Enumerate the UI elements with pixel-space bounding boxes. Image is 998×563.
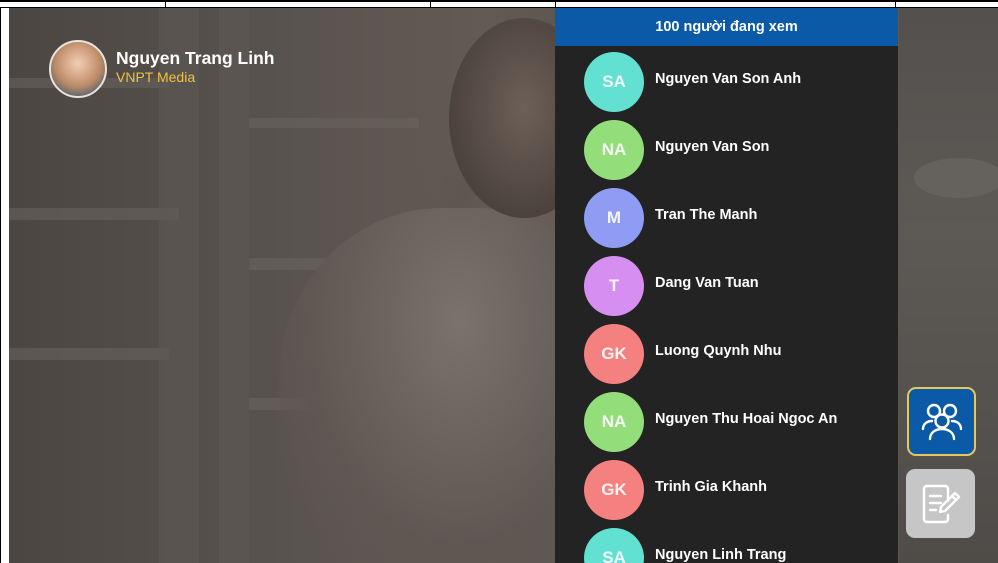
viewer-avatar: NA xyxy=(584,120,644,180)
presenter-organization: VNPT Media xyxy=(116,68,196,85)
viewer-name: Nguyen Van Son xyxy=(655,139,770,155)
viewer-name: Luong Quynh Nhu xyxy=(655,343,782,359)
viewer-name: Nguyen Van Son Anh xyxy=(655,71,802,87)
users-icon xyxy=(921,403,962,440)
viewer-item[interactable]: SA Nguyen Linh Trang xyxy=(555,522,898,563)
viewer-item[interactable]: GK Trinh Gia Khanh xyxy=(555,454,898,522)
viewer-avatar: GK xyxy=(584,324,644,384)
edit-note-icon xyxy=(922,484,960,523)
viewer-item[interactable]: GK Luong Quynh Nhu xyxy=(555,318,898,386)
notes-button[interactable] xyxy=(906,469,975,538)
viewer-avatar: SA xyxy=(584,528,644,563)
viewer-avatar: T xyxy=(584,256,644,316)
viewer-avatar: SA xyxy=(584,52,644,112)
viewer-avatar: GK xyxy=(584,460,644,520)
presenter-info: Nguyen Trang Linh VNPT Media xyxy=(49,40,274,98)
viewers-button[interactable] xyxy=(907,387,976,456)
viewer-list[interactable]: SA Nguyen Van Son Anh NA Nguyen Van Son … xyxy=(555,46,898,563)
viewers-panel: 100 người đang xem SA Nguyen Van Son Anh… xyxy=(555,8,898,563)
viewer-item[interactable]: NA Nguyen Thu Hoai Ngoc An xyxy=(555,386,898,454)
viewer-name: Nguyen Thu Hoai Ngoc An xyxy=(655,411,838,427)
left-frame xyxy=(0,8,9,563)
presenter-avatar xyxy=(49,40,107,98)
viewer-item[interactable]: NA Nguyen Van Son xyxy=(555,114,898,182)
viewer-item[interactable]: T Dang Van Tuan xyxy=(555,250,898,318)
viewer-name: Nguyen Linh Trang xyxy=(655,547,787,563)
viewer-name: Dang Van Tuan xyxy=(655,275,759,291)
presenter-name: Nguyen Trang Linh xyxy=(116,47,275,68)
viewer-item[interactable]: M Tran The Manh xyxy=(555,182,898,250)
viewer-name: Trinh Gia Khanh xyxy=(655,479,767,495)
viewer-name: Tran The Manh xyxy=(655,207,758,223)
viewer-avatar: NA xyxy=(584,392,644,452)
viewers-count-header: 100 người đang xem xyxy=(555,8,898,46)
top-frame xyxy=(0,0,998,10)
viewer-avatar: M xyxy=(584,188,644,248)
viewer-item[interactable]: SA Nguyen Van Son Anh xyxy=(555,46,898,114)
